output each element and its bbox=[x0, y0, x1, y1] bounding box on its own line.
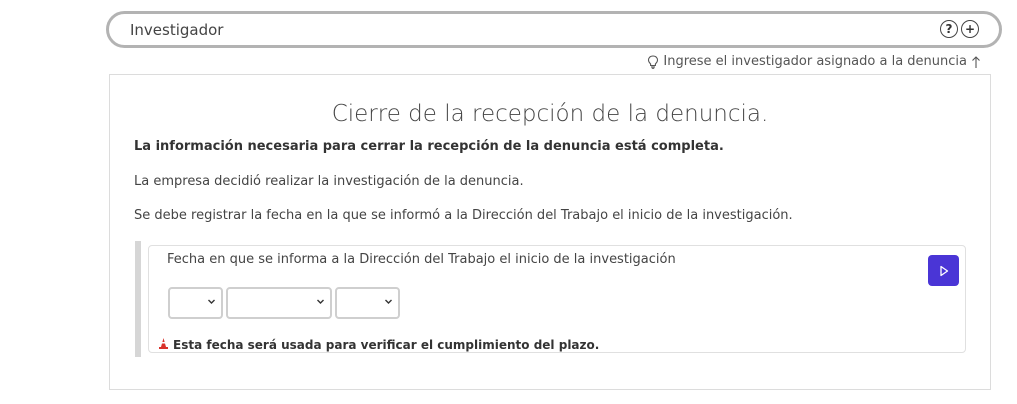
investigator-value: Investigador bbox=[130, 21, 224, 39]
chevron-down-icon bbox=[207, 296, 216, 309]
add-icon[interactable]: + bbox=[961, 20, 979, 38]
date-question-label: Fecha en que se informa a la Dirección d… bbox=[167, 252, 676, 267]
investigator-field[interactable]: Investigador ? + bbox=[106, 11, 1002, 48]
hint-text: Ingrese el investigador asignado a la de… bbox=[663, 54, 967, 69]
question-accent-bar bbox=[135, 241, 141, 357]
chevron-down-icon bbox=[316, 296, 325, 309]
month-select[interactable] bbox=[226, 287, 332, 319]
arrow-up-icon bbox=[971, 55, 981, 69]
investigator-hint: Ingrese el investigador asignado a la de… bbox=[647, 54, 981, 69]
decision-text: La empresa decidió realizar la investiga… bbox=[134, 174, 524, 189]
chevron-down-icon bbox=[384, 296, 393, 309]
day-select[interactable] bbox=[168, 287, 223, 319]
register-text: Se debe registrar la fecha en la que se … bbox=[134, 208, 793, 223]
lightbulb-icon bbox=[647, 54, 659, 69]
help-icon[interactable]: ? bbox=[940, 20, 958, 38]
date-question: Fecha en que se informa a la Dirección d… bbox=[148, 245, 966, 353]
deadline-warning: Esta fecha será usada para verificar el … bbox=[158, 337, 599, 353]
investigator-actions: ? + bbox=[940, 20, 979, 38]
date-selects bbox=[168, 287, 400, 319]
card-title: Cierre de la recepción de la denuncia. bbox=[331, 101, 769, 127]
closing-card: Cierre de la recepción de la denuncia. L… bbox=[109, 74, 991, 390]
year-select[interactable] bbox=[335, 287, 400, 319]
submit-button[interactable] bbox=[928, 255, 959, 286]
play-icon bbox=[939, 265, 948, 276]
warning-text: Esta fecha será usada para verificar el … bbox=[173, 338, 600, 352]
traffic-cone-icon bbox=[158, 337, 169, 353]
complete-notice: La información necesaria para cerrar la … bbox=[134, 139, 724, 154]
